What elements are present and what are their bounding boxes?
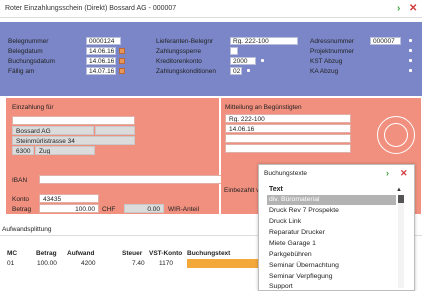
zahlungskonditionen-field[interactable]: 02 [230, 67, 242, 75]
mitteilung-label: Mitteilung an Begünstigten [225, 104, 302, 111]
lieferanten-field[interactable]: Rg. 222-100 [230, 37, 298, 45]
einzahlung-extra-field[interactable] [95, 126, 135, 135]
mitteilung-line4[interactable] [225, 144, 351, 153]
faellig-field[interactable]: 14.07.16 [86, 67, 116, 75]
buchungsdatum-field[interactable]: 14.06.16 [86, 57, 116, 65]
dropdown-icon[interactable] [261, 59, 264, 62]
mitteilung-line1[interactable]: Rg. 222-100 [225, 114, 351, 123]
einzahlung-label: Einzahlung für [12, 104, 54, 111]
column-header-vst: VST-Konto [149, 250, 183, 257]
stamp-inner-circle [384, 123, 408, 147]
column-header-betrag: Betrag [36, 250, 57, 257]
currency-label: CHF [102, 206, 116, 213]
belegnummer-label: Belegnummer [8, 38, 49, 45]
window-title: Roter Einzahlungsschein (Direkt) Bossard… [5, 5, 177, 12]
list-item[interactable]: Support [267, 283, 396, 289]
close-icon[interactable]: ✕ [400, 168, 408, 179]
dropdown-icon[interactable] [247, 69, 250, 72]
list-item[interactable]: Miete Garage 1 [267, 239, 396, 249]
kreditorenkonto-label: Kreditorenkonto [156, 58, 202, 65]
einzahlung-panel: Einzahlung für Bossard AG Steinmürlistra… [6, 98, 223, 214]
sort-up-icon[interactable]: ▲ [396, 187, 402, 193]
adressnummer-field[interactable]: 000007 [370, 37, 401, 45]
belegnummer-field[interactable]: 0000124 [86, 37, 121, 45]
scrollbar[interactable] [398, 195, 404, 288]
cell-mc[interactable]: 01 [7, 260, 14, 267]
dropdown-icon[interactable] [409, 59, 412, 62]
adressnummer-label: Adressnummer [310, 38, 355, 45]
zahlungssperre-label: Zahlungssperre [156, 48, 202, 55]
iban-field[interactable] [39, 175, 223, 184]
faellig-label: Fällig am [8, 68, 35, 75]
einzahlung-name-field[interactable]: Bossard AG [12, 126, 94, 135]
ka-label: KA Abzug [310, 68, 339, 75]
list-item[interactable]: Parkgebühren [267, 250, 396, 260]
calendar-icon[interactable] [119, 48, 125, 54]
dropdown-icon[interactable] [409, 69, 412, 72]
mitteilung-line2[interactable]: 14.06.16 [225, 124, 351, 133]
einbezahlt-label: Einbezahlt v [224, 187, 260, 194]
ok-icon[interactable]: › [397, 3, 400, 14]
kst-label: KST Abzug [310, 58, 343, 65]
betrag-field[interactable]: 100.00 [39, 204, 99, 213]
wir-field[interactable]: 0.00 [124, 204, 164, 213]
ok-icon[interactable]: › [386, 168, 389, 178]
list-item[interactable]: div. Büromaterial [267, 195, 396, 205]
cell-betrag[interactable]: 100.00 [37, 260, 57, 267]
popup-title: Buchungstexte [264, 170, 308, 177]
cell-vst[interactable]: 1170 [159, 260, 173, 267]
buchungstexte-popup: Buchungstexte › ✕ Text ▲ div. Büromateri… [258, 164, 415, 291]
kreditorenkonto-field[interactable]: 2000 [230, 57, 256, 65]
list-item[interactable]: Seminar Übernachtung [267, 261, 396, 271]
column-header-buchungstext: Buchungstext [187, 250, 231, 257]
zahlungssperre-checkbox[interactable] [230, 47, 238, 55]
list-item[interactable]: Reparatur Drucker [267, 228, 396, 238]
scrollbar-thumb[interactable] [398, 195, 404, 203]
iban-label: IBAN [12, 177, 28, 184]
cell-aufwand[interactable]: 4200 [81, 260, 95, 267]
column-header-text: Text [269, 186, 283, 193]
column-header-steuer: Steuer [122, 250, 143, 257]
dropdown-icon[interactable] [409, 39, 412, 42]
dropdown-icon[interactable] [409, 49, 412, 52]
window-titlebar: Roter Einzahlungsschein (Direkt) Bossard… [0, 0, 422, 18]
close-icon[interactable]: ✕ [409, 3, 417, 14]
calendar-icon[interactable] [119, 68, 125, 74]
konto-field[interactable]: 43435 [39, 194, 99, 203]
aufwand-title: Aufwandsplittung [2, 226, 52, 233]
list-item[interactable]: Seminar Verpflegung [267, 272, 396, 282]
lieferanten-label: Lieferanten-Belegnr [156, 38, 214, 45]
betrag-label: Betrag [12, 206, 32, 213]
wir-label: WIR-Anteil [168, 206, 200, 213]
konto-label: Konto [12, 196, 29, 203]
column-header-aufwand: Aufwand [67, 250, 95, 257]
list-item[interactable]: Druck Rev 7 Prospekte [267, 206, 396, 216]
cell-buchungstext-input[interactable] [187, 259, 259, 268]
calendar-icon[interactable] [119, 58, 125, 64]
einzahlung-plz-field[interactable]: 6300 [12, 146, 34, 155]
buchungsdatum-label: Buchungsdatum [8, 58, 55, 65]
einzahlung-name-field[interactable] [12, 116, 135, 125]
projektnummer-label: Projektnummer [310, 48, 355, 55]
einzahlung-street-field[interactable]: Steinmürlistrasse 34 [12, 136, 135, 145]
list-item[interactable]: Druck Link [267, 217, 396, 227]
zahlungskonditionen-label: Zahlungskonditionen [156, 68, 216, 75]
header-panel: Belegnummer 0000124 Belegdatum 14.06.16 … [0, 22, 422, 96]
belegdatum-label: Belegdatum [8, 48, 43, 55]
belegdatum-field[interactable]: 14.06.16 [86, 47, 116, 55]
mitteilung-line3[interactable] [225, 134, 351, 143]
column-header-mc: MC [7, 250, 18, 257]
cell-steuer[interactable]: 7.40 [132, 260, 145, 267]
einzahlung-city-field[interactable]: Zug [35, 146, 95, 155]
